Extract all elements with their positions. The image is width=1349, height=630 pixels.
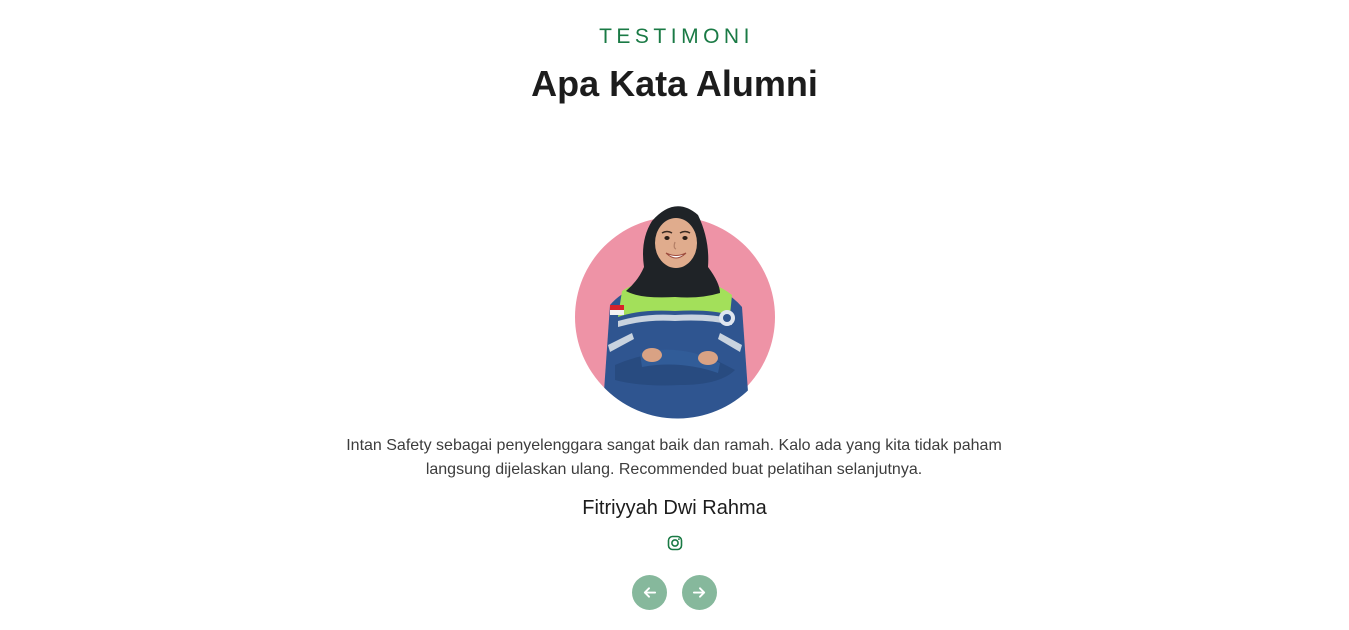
testimonial-avatar [570, 195, 780, 420]
arrow-left-icon [643, 587, 657, 598]
testimonial-quote: Intan Safety sebagai penyelenggara sanga… [346, 437, 1002, 478]
next-testimonial-button[interactable] [682, 575, 717, 610]
arrow-right-icon [692, 587, 706, 598]
section-eyebrow: TESTIMONI [599, 25, 754, 48]
instagram-icon[interactable] [667, 535, 683, 551]
section-title: Apa Kata Alumni [531, 63, 818, 104]
testimonial-author-name: Fitriyyah Dwi Rahma [582, 497, 767, 519]
testimonial-section: TESTIMONI Apa Kata Alumni Intan Safety s… [0, 0, 1349, 630]
previous-testimonial-button[interactable] [632, 575, 667, 610]
avatar-photo [602, 206, 750, 419]
